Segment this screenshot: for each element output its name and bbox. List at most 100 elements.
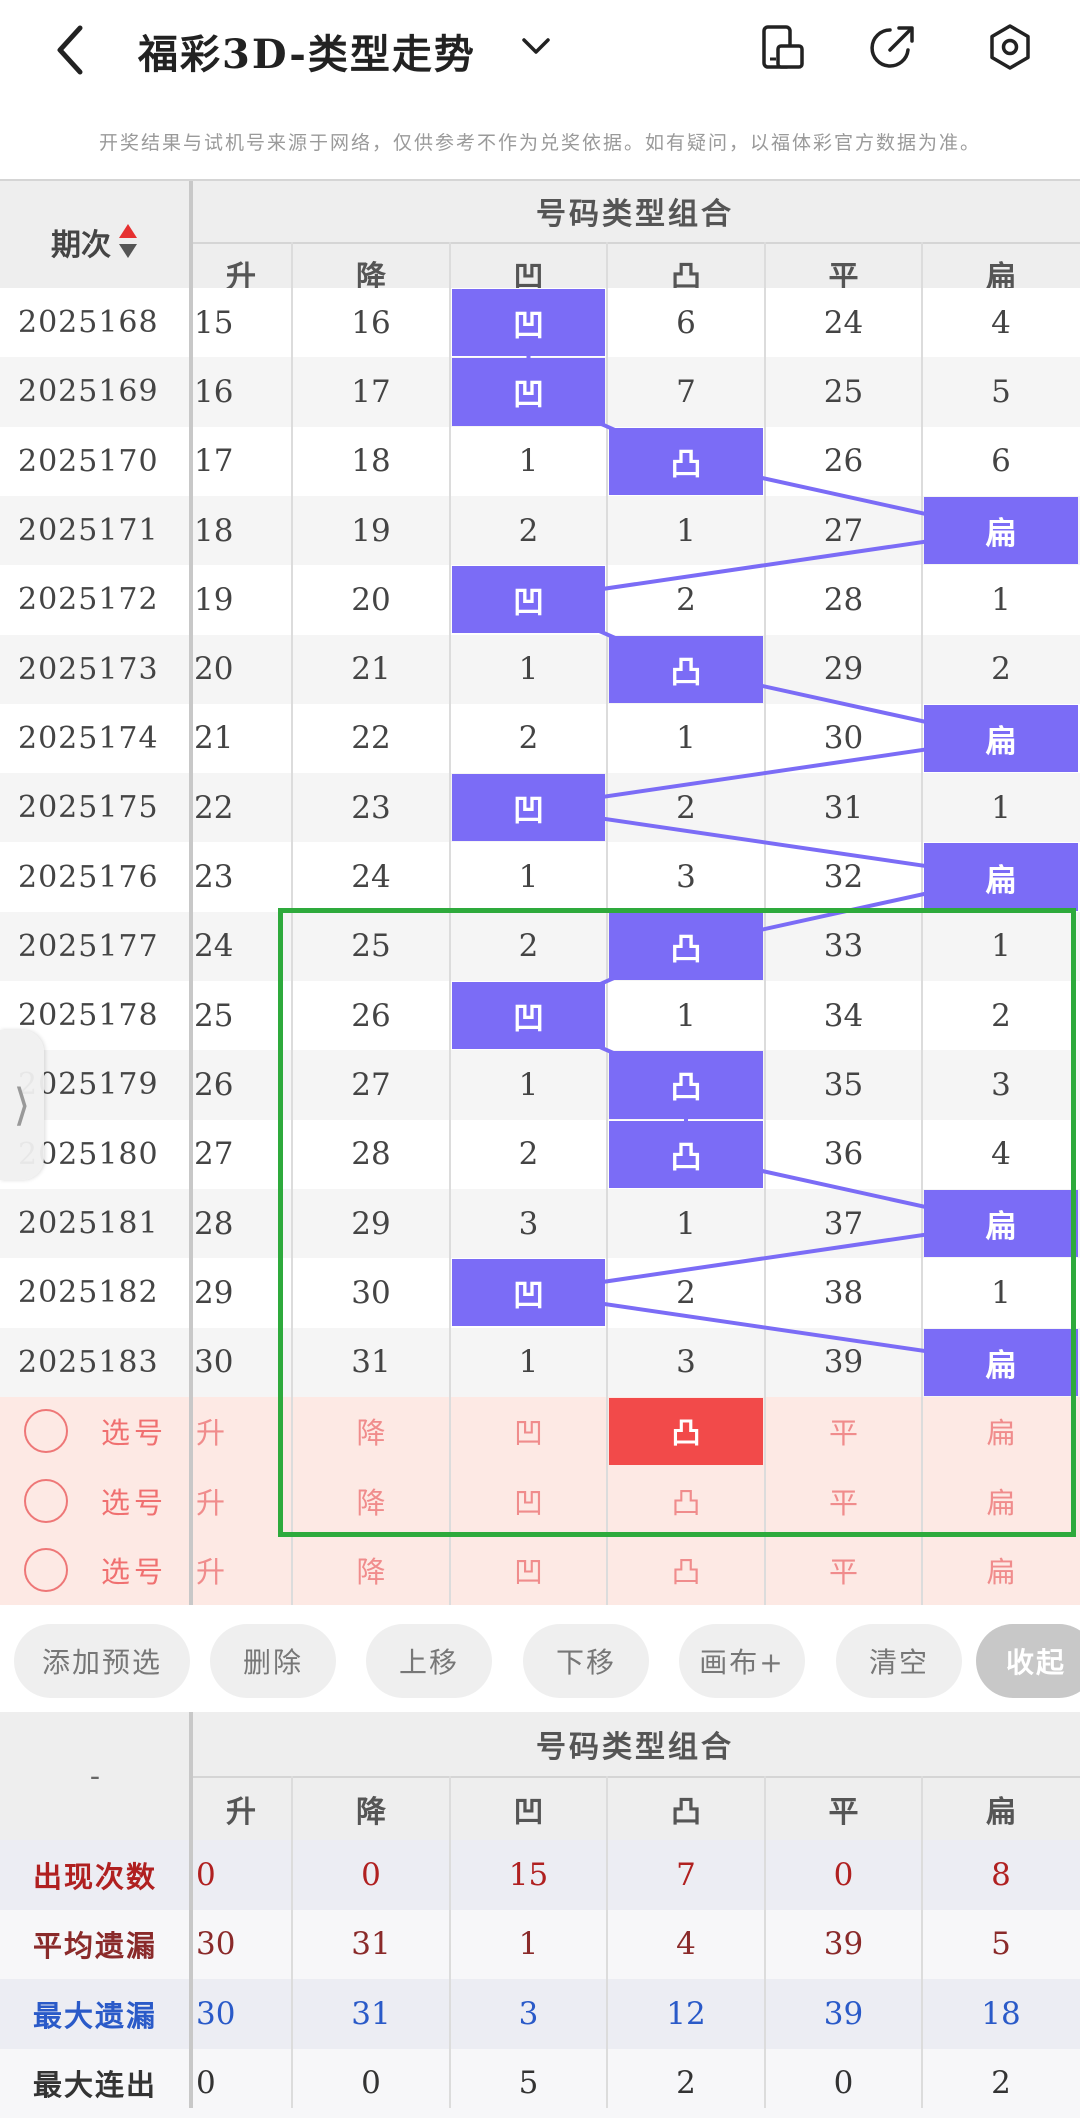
selectable-type-cell[interactable]: 凸	[607, 1535, 765, 1604]
miss-count-cell: 2	[607, 1258, 765, 1327]
selectable-type-cell[interactable]: 凹	[450, 1535, 607, 1604]
selectable-type-cell[interactable]: 升	[190, 1466, 292, 1535]
selectable-type-cell[interactable]: 扁	[922, 1535, 1080, 1604]
miss-count-cell: 1	[450, 427, 607, 496]
miss-count-cell: 2	[922, 981, 1080, 1050]
period-header[interactable]: 期次	[0, 180, 190, 304]
stats-value-cell: 5	[922, 1910, 1080, 1980]
hit-cell-overlay: 凸	[609, 1121, 763, 1188]
hit-cell-overlay: 凸	[609, 1051, 763, 1118]
hit-cell-overlay: 扁	[924, 1190, 1078, 1257]
stats-column-header-4: 平	[765, 1778, 922, 1840]
select-radio-circle[interactable]	[24, 1548, 68, 1592]
collapse-button[interactable]: 收起	[976, 1624, 1080, 1698]
stats-value-cell: 30	[190, 1910, 292, 1980]
selectable-type-cell[interactable]: 扁	[922, 1466, 1080, 1535]
miss-count-cell: 2	[922, 635, 1080, 704]
miss-count-cell: 21	[292, 635, 450, 704]
miss-count-cell: 27	[292, 1050, 450, 1119]
group-header: 号码类型组合	[190, 180, 1080, 242]
miss-count-cell: 17	[190, 427, 292, 496]
miss-count-cell: 1	[450, 1050, 607, 1119]
miss-count-cell: 18	[190, 496, 292, 565]
miss-count-cell: 27	[190, 1120, 292, 1189]
miss-count-cell: 36	[765, 1120, 922, 1189]
clear-button[interactable]: 清空	[836, 1624, 962, 1698]
stats-value-cell: 3	[450, 1979, 607, 2049]
canvas-add-button[interactable]: 画布+	[679, 1624, 805, 1698]
miss-count-cell: 26	[292, 981, 450, 1050]
selectable-type-cell[interactable]: 平	[765, 1535, 922, 1604]
miss-count-cell: 29	[292, 1189, 450, 1258]
miss-count-cell: 1	[607, 704, 765, 773]
miss-count-cell: 24	[765, 288, 922, 357]
miss-count-cell: 26	[190, 1050, 292, 1119]
period-cell: 2025176	[0, 842, 186, 911]
miss-count-cell: 1	[607, 496, 765, 565]
select-label: 选号	[84, 1397, 184, 1466]
sort-icon[interactable]	[117, 222, 139, 262]
miss-count-cell: 1	[607, 1189, 765, 1258]
selectable-type-cell[interactable]: 扁	[922, 1397, 1080, 1466]
miss-count-cell: 3	[607, 842, 765, 911]
period-cell: 2025177	[0, 912, 186, 981]
miss-count-cell: 4	[922, 1120, 1080, 1189]
miss-count-cell: 3	[607, 1328, 765, 1397]
stats-value-cell: 39	[765, 1910, 922, 1980]
miss-count-cell: 18	[292, 427, 450, 496]
hit-cell-overlay: 扁	[924, 705, 1078, 772]
selectable-type-cell[interactable]: 升	[190, 1535, 292, 1604]
expand-chevron-icon: ⟩	[13, 1080, 30, 1131]
stats-row-label: 出现次数	[0, 1840, 190, 1910]
stats-table: -号码类型组合升降凹凸平扁出现次数0015708平均遗漏303114395最大遗…	[0, 1712, 1080, 2108]
miss-count-cell: 25	[765, 357, 922, 426]
move-down-button[interactable]: 下移	[523, 1624, 649, 1698]
select-radio-circle[interactable]	[24, 1479, 68, 1523]
period-cell: 2025173	[0, 635, 186, 704]
stats-value-cell: 39	[765, 1979, 922, 2049]
stats-column-header-2: 凹	[450, 1778, 607, 1840]
miss-count-cell: 22	[190, 773, 292, 842]
period-cell: 2025170	[0, 427, 186, 496]
selectable-type-cell[interactable]: 平	[765, 1397, 922, 1466]
stats-value-cell: 30	[190, 1979, 292, 2049]
selectable-type-cell[interactable]: 降	[292, 1466, 450, 1535]
hit-cell-overlay: 凹	[452, 982, 605, 1049]
stats-value-cell: 1	[450, 1910, 607, 1980]
miss-count-cell: 3	[450, 1189, 607, 1258]
miss-count-cell: 23	[190, 842, 292, 911]
miss-count-cell: 20	[292, 565, 450, 634]
hit-cell-overlay: 扁	[924, 497, 1078, 564]
miss-count-cell: 25	[190, 981, 292, 1050]
miss-count-cell: 1	[607, 981, 765, 1050]
hit-cell-overlay: 凹	[452, 1259, 605, 1326]
miss-count-cell: 2	[450, 1120, 607, 1189]
selectable-type-cell[interactable]: 凹	[450, 1466, 607, 1535]
add-preselect-button[interactable]: 添加预选	[14, 1624, 190, 1698]
miss-count-cell: 33	[765, 912, 922, 981]
miss-count-cell: 32	[765, 842, 922, 911]
period-header-label: 期次	[51, 220, 111, 264]
miss-count-cell: 20	[190, 635, 292, 704]
selectable-type-cell[interactable]: 降	[292, 1397, 450, 1466]
miss-count-cell: 39	[765, 1328, 922, 1397]
period-cell: 2025182	[0, 1258, 186, 1327]
stats-value-cell: 18	[922, 1979, 1080, 2049]
delete-button[interactable]: 删除	[210, 1624, 336, 1698]
selectable-type-cell[interactable]: 凸	[607, 1466, 765, 1535]
selectable-type-cell[interactable]: 降	[292, 1535, 450, 1604]
selected-type-cell[interactable]: 凸	[609, 1398, 763, 1465]
miss-count-cell: 1	[922, 912, 1080, 981]
move-up-button[interactable]: 上移	[366, 1624, 492, 1698]
selectable-type-cell[interactable]: 平	[765, 1466, 922, 1535]
miss-count-cell: 29	[765, 635, 922, 704]
miss-count-cell: 29	[190, 1258, 292, 1327]
period-cell: 2025174	[0, 704, 186, 773]
period-cell: 2025175	[0, 773, 186, 842]
side-drawer-handle[interactable]: ⟩	[0, 1030, 44, 1180]
miss-count-cell: 28	[190, 1189, 292, 1258]
selectable-type-cell[interactable]: 凹	[450, 1397, 607, 1466]
stats-value-cell: 8	[922, 1840, 1080, 1910]
selectable-type-cell[interactable]: 升	[190, 1397, 292, 1466]
hit-cell-overlay: 扁	[924, 843, 1078, 910]
